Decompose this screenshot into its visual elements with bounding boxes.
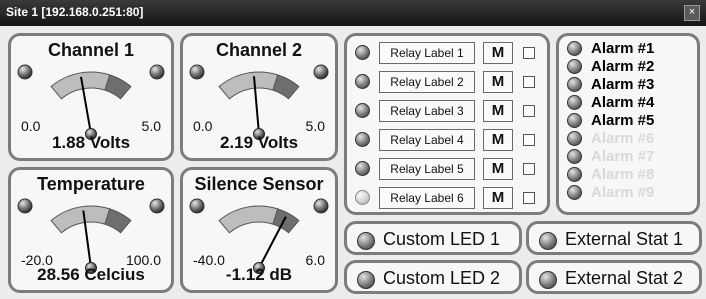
alarm-label: Alarm #1 — [591, 40, 655, 57]
custom-led-1-button[interactable]: Custom LED 1 — [344, 221, 522, 255]
gauge-max: 5.0 — [305, 118, 325, 134]
relay-button[interactable]: Relay Label 6 — [379, 187, 475, 209]
external-stat-2-button[interactable]: External Stat 2 — [526, 260, 702, 294]
relay-button[interactable]: Relay Label 4 — [379, 129, 475, 151]
title-bar: Site 1 [192.168.0.251:80] × — [0, 0, 706, 26]
gauge-title: Silence Sensor — [194, 174, 324, 194]
alarm-led — [567, 95, 582, 110]
relay-checkbox[interactable] — [523, 76, 535, 88]
gauge-min: 0.0 — [21, 118, 41, 134]
external-stat-1-indicator — [539, 232, 557, 250]
alarm-led — [567, 131, 582, 146]
momentary-button[interactable]: M — [483, 187, 513, 209]
site-window: Channel 1 0.0 5.0 1.88 Volts Channel 2 0… — [0, 26, 706, 299]
gauge-title: Channel 1 — [47, 40, 135, 60]
relay-checkbox[interactable] — [523, 47, 535, 59]
external-stat-2-indicator — [539, 271, 557, 289]
relay-button[interactable]: Relay Label 5 — [379, 158, 475, 180]
gauge-value: -1.12 dB — [225, 265, 293, 284]
gauge-channel-2: Channel 2 0.0 5.0 2.19 Volts — [180, 33, 338, 161]
gauge-arc-high — [104, 208, 132, 234]
relay-checkbox[interactable] — [523, 134, 535, 146]
alarm-label: Alarm #7 — [591, 148, 655, 165]
gauge-title: Temperature — [37, 174, 145, 194]
alarm-led — [567, 59, 582, 74]
custom-led-1-indicator — [357, 232, 375, 250]
alarm-led — [567, 77, 582, 92]
relay-checkbox[interactable] — [523, 163, 535, 175]
window-title: Site 1 [192.168.0.251:80] — [6, 5, 144, 19]
relay-status-led — [355, 161, 370, 176]
alarm-label: Alarm #2 — [591, 58, 655, 75]
gauge-arc-high — [272, 74, 300, 100]
gauge-min: 0.0 — [193, 118, 213, 134]
gauge-arc-normal — [50, 71, 111, 100]
alarm-led — [567, 113, 582, 128]
gauge-value: 28.56 Celcius — [37, 265, 145, 284]
relay-button[interactable]: Relay Label 1 — [379, 42, 475, 64]
gauge-high-led — [149, 64, 165, 80]
relay-status-led — [355, 190, 370, 205]
alarm-label: Alarm #5 — [591, 112, 655, 129]
relay-status-led — [355, 74, 370, 89]
momentary-button[interactable]: M — [483, 100, 513, 122]
momentary-button[interactable]: M — [483, 129, 513, 151]
alarm-panel: Alarm #1 Alarm #2 Alarm #3 Alarm #4 Alar… — [556, 33, 700, 215]
alarm-label: Alarm #9 — [591, 184, 655, 201]
relay-button[interactable]: Relay Label 3 — [379, 100, 475, 122]
relay-status-led — [355, 103, 370, 118]
gauge-temperature: Temperature -20.0 100.0 28.56 Celcius — [8, 167, 174, 293]
alarm-led — [567, 167, 582, 182]
relay-panel: Relay Label 1 M Relay Label 2 M Relay La… — [344, 33, 550, 215]
relay-status-led — [355, 132, 370, 147]
gauge-low-led — [17, 64, 33, 80]
alarm-led — [567, 185, 582, 200]
alarm-label: Alarm #6 — [591, 130, 655, 147]
gauge-arc-high — [104, 74, 132, 100]
alarm-led — [567, 149, 582, 164]
gauge-low-led — [189, 198, 205, 214]
momentary-button[interactable]: M — [483, 71, 513, 93]
gauge-value: 2.19 Volts — [219, 133, 299, 152]
alarm-label: Alarm #8 — [591, 166, 655, 183]
momentary-button[interactable]: M — [483, 158, 513, 180]
alarm-label: Alarm #3 — [591, 76, 655, 93]
custom-led-2-button[interactable]: Custom LED 2 — [344, 260, 522, 294]
gauge-low-led — [17, 198, 33, 214]
external-stat-1-button[interactable]: External Stat 1 — [526, 221, 702, 255]
custom-led-2-indicator — [357, 271, 375, 289]
gauge-arc-high — [272, 208, 300, 234]
gauge-silence-sensor: Silence Sensor -40.0 6.0 -1.12 dB — [180, 167, 338, 293]
gauge-arc-normal — [50, 205, 111, 234]
alarm-led — [567, 41, 582, 56]
gauge-arc-normal — [218, 205, 279, 234]
alarm-label: Alarm #4 — [591, 94, 655, 111]
relay-button[interactable]: Relay Label 2 — [379, 71, 475, 93]
gauge-channel-1: Channel 1 0.0 5.0 1.88 Volts — [8, 33, 174, 161]
relay-status-led — [355, 45, 370, 60]
gauge-high-led — [313, 198, 329, 214]
gauge-arc-normal — [218, 71, 279, 100]
momentary-button[interactable]: M — [483, 42, 513, 64]
close-icon[interactable]: × — [684, 5, 700, 21]
gauge-value: 1.88 Volts — [51, 133, 131, 152]
gauge-high-led — [149, 198, 165, 214]
custom-led-2-label: Custom LED 2 — [383, 268, 501, 288]
gauge-high-led — [313, 64, 329, 80]
external-stat-1-label: External Stat 1 — [565, 229, 684, 249]
custom-led-1-label: Custom LED 1 — [383, 229, 501, 249]
gauge-low-led — [189, 64, 205, 80]
gauge-max: 5.0 — [141, 118, 161, 134]
external-stat-2-label: External Stat 2 — [565, 268, 684, 288]
relay-checkbox[interactable] — [523, 192, 535, 204]
relay-checkbox[interactable] — [523, 105, 535, 117]
gauge-title: Channel 2 — [215, 40, 303, 60]
